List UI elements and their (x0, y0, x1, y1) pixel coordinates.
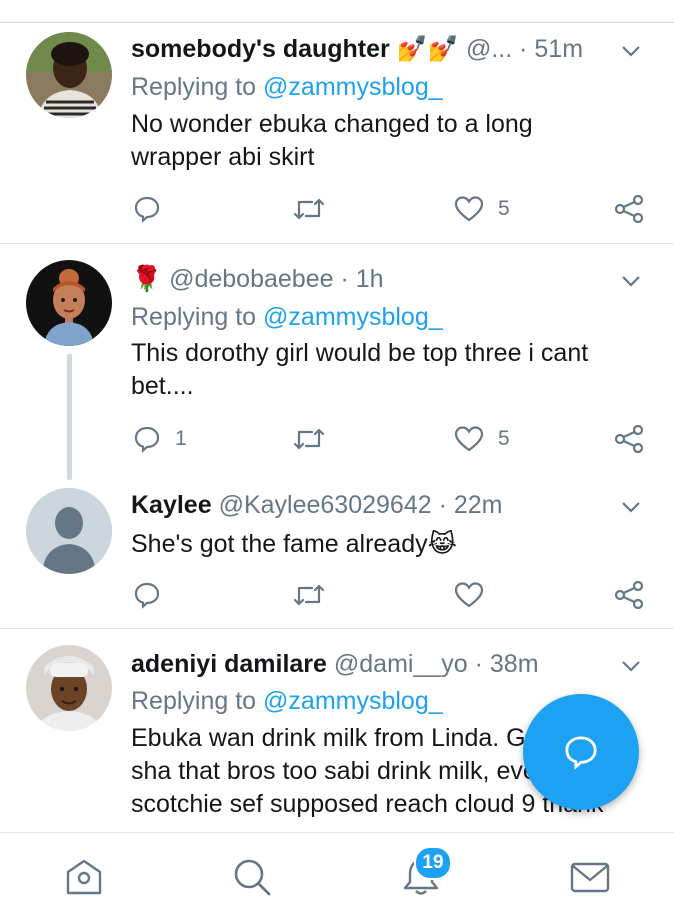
tweet-2[interactable]: 🌹 @debobaebee · 1h Replying to @zammysbl… (0, 244, 674, 480)
heart-icon (454, 426, 484, 452)
like-count: 5 (498, 427, 510, 450)
like-button[interactable]: 5 (454, 422, 510, 456)
replying-prefix: Replying to (131, 73, 257, 101)
timestamp[interactable]: 38m (490, 650, 539, 678)
heart-icon (454, 196, 484, 222)
reply-button[interactable] (133, 192, 175, 226)
notification-badge: 19 (414, 846, 452, 880)
replying-mention[interactable]: @zammysblog_ (263, 73, 443, 101)
tweet-1[interactable]: somebody's daughter 💅💅 @... · 51m Replyi… (0, 22, 674, 244)
reply-count: 1 (175, 427, 187, 450)
search-icon[interactable] (232, 857, 272, 897)
reply-button[interactable]: 1 (133, 422, 187, 456)
handle[interactable]: @dami__yo (334, 650, 468, 678)
compose-reply-button[interactable] (523, 694, 639, 810)
avatar[interactable] (26, 645, 112, 731)
separator-dot: · (340, 265, 349, 293)
tweet-text-line: wrapper abi skirt (131, 143, 315, 171)
like-button[interactable]: 5 (454, 192, 510, 226)
tweet-header: 🌹 @debobaebee · 1h (131, 264, 614, 294)
retweet-button[interactable] (292, 422, 326, 456)
tweet-header: somebody's daughter 💅💅 @... · 51m (131, 34, 614, 64)
retweet-icon (293, 584, 325, 606)
timestamp[interactable]: 22m (454, 491, 503, 519)
tweet-actions (0, 578, 674, 612)
tweet-text: She's got the fame already😹 (131, 528, 634, 561)
tweet-header: adeniyi damilare @dami__yo · 38m (131, 649, 614, 679)
tweet-text-line: This dorothy girl would be top three i c… (131, 339, 589, 367)
display-name[interactable]: Kaylee (131, 491, 212, 519)
tweet-3[interactable]: Kaylee @Kaylee63029642 · 22m She's got t… (0, 474, 674, 628)
like-button[interactable] (454, 578, 484, 612)
chevron-down-icon[interactable] (620, 40, 642, 62)
tweet-text-line: bet.... (131, 372, 194, 400)
replying-to: Replying to @zammysblog_ (131, 302, 443, 332)
share-icon (614, 581, 644, 609)
avatar[interactable] (26, 488, 112, 574)
tweet-actions: 5 (0, 192, 674, 226)
home-icon[interactable] (63, 857, 105, 897)
avatar[interactable] (26, 32, 112, 118)
tweet-actions: 1 5 (0, 422, 674, 456)
tweet-header: Kaylee @Kaylee63029642 · 22m (131, 490, 614, 520)
reply-icon (134, 196, 160, 223)
handle[interactable]: @Kaylee63029642 (219, 491, 432, 519)
name-emoji: 🌹 (131, 265, 163, 293)
reply-icon (565, 736, 597, 770)
share-button[interactable] (614, 422, 644, 456)
replying-to: Replying to @zammysblog_ (131, 72, 443, 102)
messages-icon[interactable] (569, 857, 611, 897)
reply-icon (134, 582, 160, 609)
reply-button[interactable] (133, 578, 161, 612)
chevron-down-icon[interactable] (620, 270, 642, 292)
reply-icon (134, 426, 160, 453)
share-button[interactable] (614, 578, 644, 612)
replying-prefix: Replying to (131, 303, 257, 331)
tweet-text: This dorothy girl would be top three i c… (131, 337, 634, 403)
thread-connector (67, 354, 72, 480)
like-count: 5 (498, 197, 510, 220)
replying-to: Replying to @zammysblog_ (131, 686, 443, 716)
chevron-down-icon[interactable] (620, 655, 642, 677)
separator-dot: · (438, 491, 447, 519)
replying-mention[interactable]: @zammysblog_ (263, 687, 443, 715)
retweet-icon (293, 198, 325, 220)
display-name[interactable]: somebody's daughter (131, 35, 390, 63)
replying-prefix: Replying to (131, 687, 257, 715)
retweet-button[interactable] (292, 578, 326, 612)
separator-dot: · (474, 650, 483, 678)
avatar[interactable] (26, 260, 112, 346)
share-icon (614, 195, 644, 223)
chevron-down-icon[interactable] (620, 496, 642, 518)
share-button[interactable] (614, 192, 644, 226)
tweet-text: No wonder ebuka changed to a long wrappe… (131, 108, 634, 174)
handle[interactable]: @... (466, 35, 512, 63)
replying-mention[interactable]: @zammysblog_ (263, 303, 443, 331)
retweet-button[interactable] (292, 192, 326, 226)
tweet-text-line: No wonder ebuka changed to a long (131, 110, 533, 138)
display-name[interactable]: adeniyi damilare (131, 650, 327, 678)
bottom-nav (0, 832, 674, 919)
handle[interactable]: @debobaebee (169, 265, 333, 293)
retweet-icon (293, 428, 325, 450)
share-icon (614, 425, 644, 453)
timestamp[interactable]: 51m (534, 35, 583, 63)
tweet-text-line: She's got the fame already😹 (131, 530, 457, 558)
timestamp[interactable]: 1h (356, 265, 384, 293)
heart-icon (454, 582, 484, 608)
separator-dot: · (519, 35, 528, 63)
name-emoji: 💅💅 (396, 35, 459, 63)
